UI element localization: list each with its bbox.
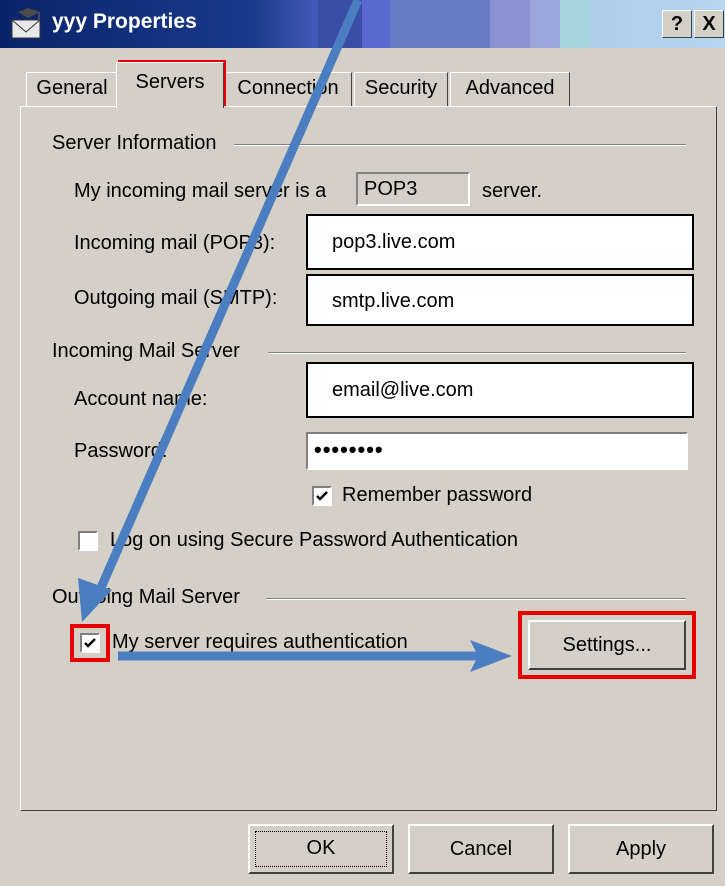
remember-password-label: Remember password <box>342 484 533 506</box>
close-button[interactable]: X <box>694 10 724 38</box>
incoming-mail-field[interactable]: pop3.live.com <box>306 214 694 270</box>
incoming-type-value: POP3 <box>356 172 470 206</box>
tab-security[interactable]: Security <box>354 72 448 106</box>
tab-connection[interactable]: Connection <box>224 72 352 106</box>
spa-checkbox[interactable] <box>78 531 98 551</box>
settings-button[interactable]: Settings... <box>528 620 686 670</box>
cancel-button[interactable]: Cancel <box>408 824 554 874</box>
server-requires-auth-checkbox[interactable] <box>80 633 100 653</box>
outgoing-mail-server-group-label: Outgoing Mail Server <box>52 586 240 608</box>
server-information-group-label: Server Information <box>52 132 217 154</box>
group-divider <box>268 352 686 354</box>
spa-label: Log on using Secure Password Authenticat… <box>110 529 519 551</box>
window-title: yyy Properties <box>52 10 197 33</box>
tab-strip: General Servers Connection Security Adva… <box>26 62 725 108</box>
help-button[interactable]: ? <box>662 10 692 38</box>
incoming-mail-server-group-label: Incoming Mail Server <box>52 340 240 362</box>
incoming-mail-label: Incoming mail (POP3): <box>74 232 276 254</box>
outgoing-mail-field[interactable]: smtp.live.com <box>306 274 694 326</box>
password-label: Password: <box>74 440 168 462</box>
account-name-label: Account name: <box>74 388 208 410</box>
group-divider <box>234 144 686 146</box>
title-bar: yyy Properties ? X <box>0 0 725 48</box>
account-name-field[interactable]: email@live.com <box>306 362 694 418</box>
mail-account-icon <box>11 8 41 39</box>
checkmark-icon <box>84 638 96 648</box>
apply-button[interactable]: Apply <box>568 824 714 874</box>
tab-advanced[interactable]: Advanced <box>450 72 570 106</box>
incoming-type-suffix: server. <box>482 180 543 202</box>
incoming-type-label: My incoming mail server is a <box>74 180 327 202</box>
remember-password-checkbox[interactable] <box>312 486 332 506</box>
checkmark-icon <box>316 491 328 501</box>
server-requires-auth-label: My server requires authentication <box>112 631 408 653</box>
ok-button[interactable]: OK <box>248 824 394 874</box>
outgoing-mail-label: Outgoing mail (SMTP): <box>74 287 278 309</box>
password-field[interactable]: •••••••• <box>306 432 688 470</box>
tab-servers[interactable]: Servers <box>116 62 224 108</box>
tab-general[interactable]: General <box>26 72 118 106</box>
group-divider <box>266 598 686 600</box>
